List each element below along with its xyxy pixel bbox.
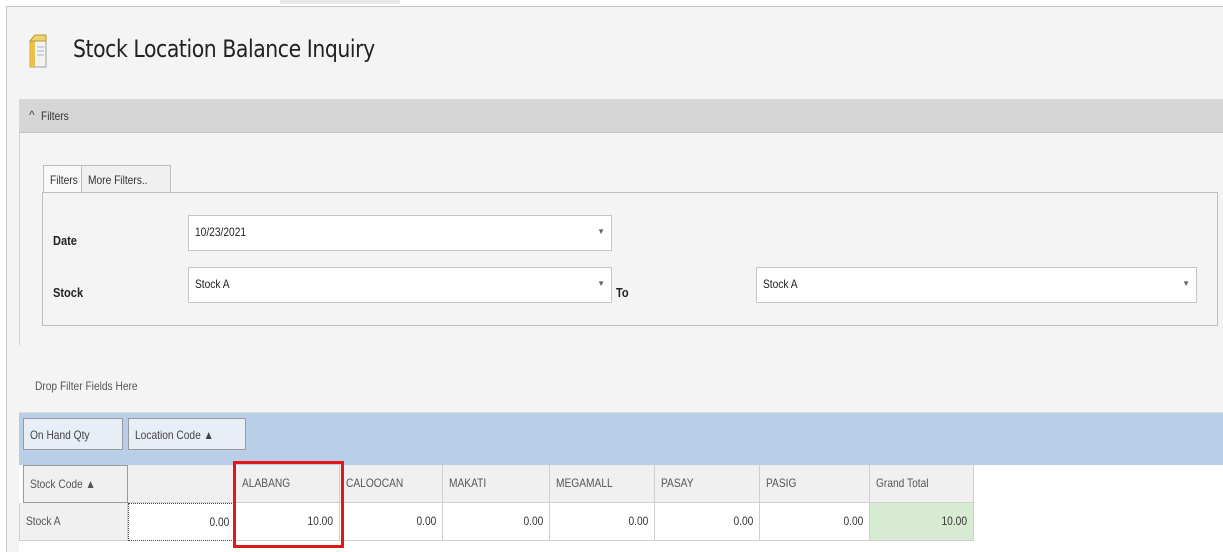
table-cell-pasig[interactable]: 0.00 bbox=[760, 503, 870, 541]
field-on-hand-qty[interactable]: On Hand Qty bbox=[23, 418, 123, 450]
table-cell-alabang[interactable]: 10.00 bbox=[236, 503, 340, 541]
table-cell[interactable]: 0.00 bbox=[128, 503, 236, 541]
chevron-down-icon[interactable]: ▼ bbox=[597, 227, 605, 236]
table-cell-pasay[interactable]: 0.00 bbox=[655, 503, 760, 541]
drop-area-text: Drop Filter Fields Here bbox=[35, 379, 138, 393]
date-label: Date bbox=[53, 233, 77, 248]
box-icon bbox=[28, 34, 47, 68]
table-cell-caloocan[interactable]: 0.00 bbox=[340, 503, 443, 541]
column-header-caloocan[interactable]: CALOOCAN bbox=[340, 465, 443, 503]
chevron-down-icon[interactable]: ▼ bbox=[1182, 279, 1190, 288]
filters-collapse-header[interactable]: ^ Filters bbox=[19, 99, 1223, 133]
stock-label: Stock bbox=[53, 285, 84, 300]
tab-more-filters[interactable]: More Filters.. bbox=[81, 165, 171, 193]
page-title: Stock Location Balance Inquiry bbox=[73, 35, 375, 63]
date-value: 10/23/2021 bbox=[195, 225, 247, 239]
column-header-pasay[interactable]: PASAY bbox=[655, 465, 760, 503]
column-header bbox=[128, 465, 236, 503]
column-header-pasig[interactable]: PASIG bbox=[760, 465, 870, 503]
to-label: To bbox=[616, 285, 629, 300]
stock-from-value: Stock A bbox=[195, 277, 230, 291]
chevron-up-icon: ^ bbox=[29, 108, 35, 122]
column-header-megamall[interactable]: MEGAMALL bbox=[550, 465, 655, 503]
filter-drop-area[interactable]: Drop Filter Fields Here bbox=[19, 357, 1223, 413]
chevron-down-icon[interactable]: ▼ bbox=[597, 279, 605, 288]
row-header-stock-a[interactable]: Stock A bbox=[19, 503, 128, 541]
column-header-grand-total[interactable]: Grand Total bbox=[870, 465, 974, 503]
app-frame: Stock Location Balance Inquiry ^ Filters… bbox=[6, 6, 1223, 552]
stock-to-field[interactable]: Stock A ▼ bbox=[756, 267, 1197, 303]
table-cell-makati[interactable]: 0.00 bbox=[443, 503, 550, 541]
stock-to-value: Stock A bbox=[763, 277, 798, 291]
column-header-alabang[interactable]: ALABANG bbox=[236, 465, 340, 503]
field-stock-code[interactable]: Stock Code ▲ bbox=[23, 465, 128, 503]
tab-filters[interactable]: Filters bbox=[43, 165, 83, 193]
title-bar: Stock Location Balance Inquiry bbox=[7, 7, 1223, 93]
table-cell-grand-total[interactable]: 10.00 bbox=[870, 503, 974, 541]
filter-panel bbox=[42, 192, 1218, 326]
field-location-code[interactable]: Location Code ▲ bbox=[128, 418, 246, 450]
stock-from-field[interactable]: Stock A ▼ bbox=[188, 267, 612, 303]
date-field[interactable]: 10/23/2021 ▼ bbox=[188, 215, 612, 251]
table-cell-megamall[interactable]: 0.00 bbox=[550, 503, 655, 541]
filters-header-label: Filters bbox=[41, 109, 69, 123]
top-strip bbox=[280, 0, 400, 4]
column-header-makati[interactable]: MAKATI bbox=[443, 465, 550, 503]
